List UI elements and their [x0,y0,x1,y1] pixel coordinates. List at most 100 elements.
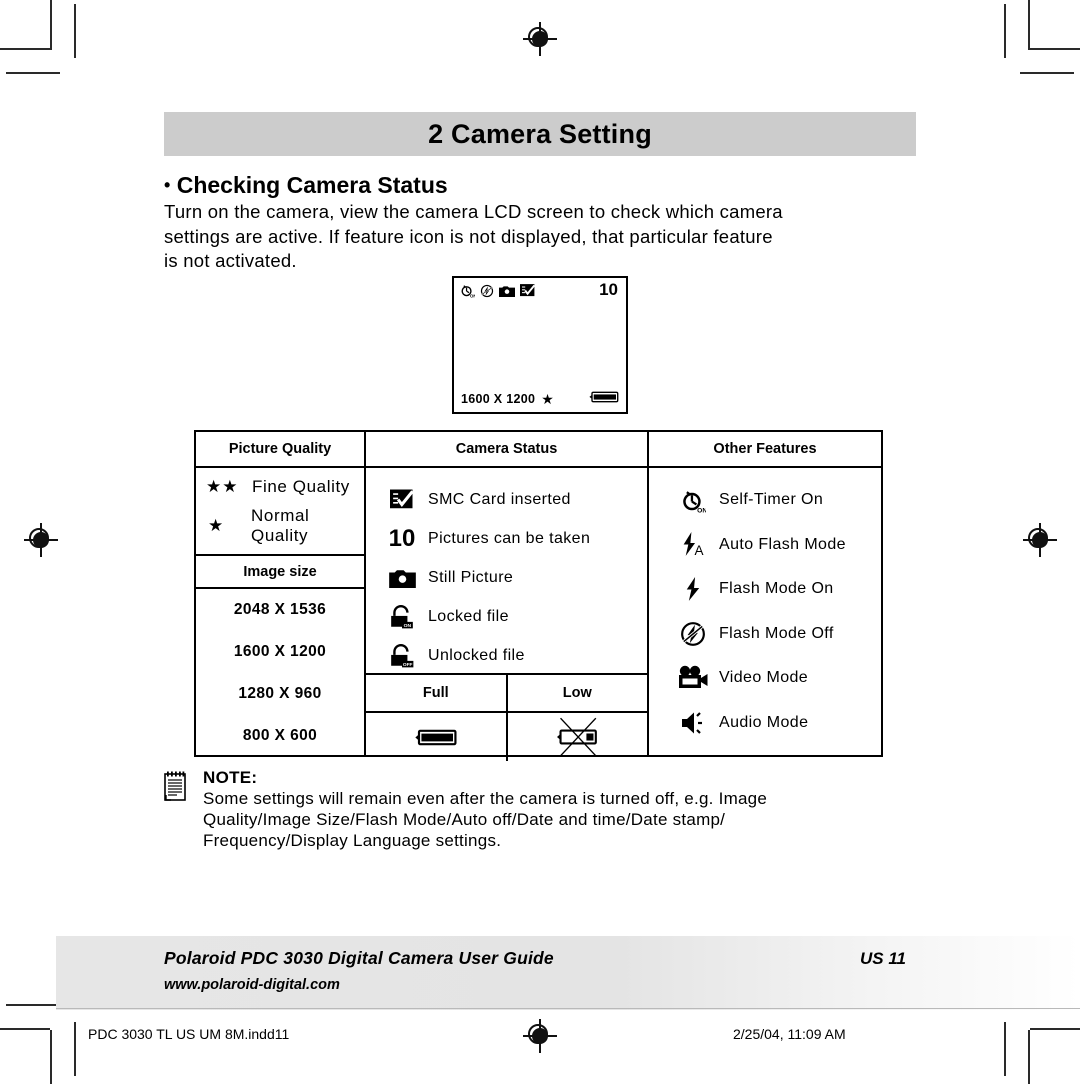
still-picture-icon [376,568,428,588]
chapter-title: 2 Camera Setting [428,118,652,149]
table-row: SMC Card inserted [366,480,647,519]
list-item: 2048 X 1536 [233,601,327,618]
notepad-icon [163,771,189,808]
self-timer-on-icon: ON [460,283,477,303]
audio-mode-label: Audio Mode [719,713,809,731]
battery-level-headers: Full Low [366,673,647,713]
picture-count-icon: 10 [376,525,428,553]
self-timer-on-icon: ON [667,488,719,513]
picture-count-label: Pictures can be taken [428,529,591,547]
lcd-quality-star: ★ [541,390,554,407]
self-timer-label: Self-Timer On [719,491,824,509]
locked-file-label: Locked file [428,607,509,625]
column-other-features: Other Features ON Self-Timer On [649,432,881,755]
unlocked-file-label: Unlocked file [428,646,525,664]
video-mode-label: Video Mode [719,669,809,687]
unlocked-file-icon: OFF [376,643,428,669]
lcd-bottom-bar: 1600 X 1200 ★ [461,390,619,408]
battery-level-icons [366,713,647,761]
battery-full-icon [589,390,619,408]
print-strip-timestamp: 2/25/04, 11:09 AM [733,1026,846,1042]
battery-full-icon [366,713,508,761]
flash-mode-off-icon [667,621,719,647]
header-camera-status: Camera Status [366,432,647,468]
note-body: NOTE: Some settings will remain even aft… [203,768,918,851]
svg-text:OFF: OFF [403,662,413,668]
video-mode-icon [667,665,719,691]
quality-rows: ★★ Fine Quality ★ Normal Quality [196,468,364,556]
note-block: NOTE: Some settings will remain even aft… [163,768,918,851]
section-heading: • Checking Camera Status [164,172,448,199]
normal-quality-stars: ★ [208,515,225,535]
camera-status-list: SMC Card inserted 10 Pictures can be tak… [366,468,647,673]
intro-line-3: is not activated. [164,250,297,271]
note-line-2: Quality/Image Size/Flash Mode/Auto off/D… [203,810,726,829]
header-battery-low: Low [562,685,592,701]
battery-low-crossed-icon [508,713,648,761]
table-row: ON Locked file [366,597,647,636]
bullet-icon: • [164,175,171,195]
svg-text:ON: ON [404,623,412,629]
note-line-1: Some settings will remain even after the… [203,789,768,808]
chapter-title-bar: 2 Camera Setting [164,112,916,156]
note-line-3: Frequency/Display Language settings. [203,831,502,850]
image-size-list: 2048 X 1536 1600 X 1200 1280 X 960 800 X… [196,589,364,757]
flash-off-label: Flash Mode Off [719,624,834,642]
table-row: Video Mode [649,656,881,701]
table-row: ★★ Fine Quality [206,477,364,497]
table-row: A Auto Flash Mode [649,523,881,568]
normal-quality-label: Normal Quality [251,505,310,545]
intro-paragraph: Turn on the camera, view the camera LCD … [164,200,918,274]
footer-divider [56,1008,1080,1009]
table-row: Flash Mode Off [649,612,881,657]
intro-line-2: settings are active. If feature icon is … [164,225,773,247]
list-item: 1280 X 960 [238,685,322,702]
svg-text:A: A [694,543,703,558]
svg-text:ON: ON [470,293,475,298]
column-camera-status: Camera Status SMC Card inserted 10 Pictu… [366,432,649,761]
note-title: NOTE: [203,768,258,787]
intro-line-1: Turn on the camera, view the camera LCD … [164,201,783,222]
table-row: Still Picture [366,558,647,597]
footer-page-number: US 11 [860,949,906,968]
lcd-status-icons: ON [460,283,620,303]
column-picture-quality: Picture Quality ★★ Fine Quality ★ Normal… [196,432,366,755]
fine-quality-label: Fine Quality [252,476,350,496]
picture-count-value: 10 [388,524,416,552]
still-picture-icon [499,284,515,302]
locked-file-icon: ON [376,604,428,630]
section-heading-label: Checking Camera Status [176,172,448,198]
table-row: ★ Normal Quality [206,506,364,546]
header-image-size: Image size [196,556,364,589]
auto-flash-mode-icon: A [667,531,719,558]
list-item: 800 X 600 [242,727,318,744]
auto-flash-label: Auto Flash Mode [719,535,846,553]
audio-mode-icon [667,710,719,736]
table-row: Flash Mode On [649,567,881,612]
manual-page: 2 Camera Setting • Checking Camera Statu… [0,0,1080,1080]
header-battery-full: Full [366,675,508,711]
table-row: OFF Unlocked file [366,636,647,675]
flash-on-label: Flash Mode On [719,580,834,598]
fine-quality-stars: ★★ [206,476,239,496]
note-text: Some settings will remain even after the… [203,788,918,851]
footer-url: www.polaroid-digital.com [164,977,340,993]
camera-status-table: Picture Quality ★★ Fine Quality ★ Normal… [194,430,883,761]
lcd-resolution-label: 1600 X 1200 [461,392,536,406]
table-row: Audio Mode [649,701,881,746]
smc-card-icon [520,284,536,302]
smc-card-label: SMC Card inserted [428,490,571,508]
lcd-screen-illustration: ON [452,276,628,414]
other-features-list: ON Self-Timer On A Auto Flash Mode [649,468,881,745]
smc-card-icon [376,489,428,510]
still-picture-label: Still Picture [428,568,514,586]
footer-title: Polaroid PDC 3030 Digital Camera User Gu… [164,948,554,968]
header-other-features: Other Features [649,432,881,468]
table-row: 10 Pictures can be taken [366,519,647,558]
flash-mode-off-icon [480,284,494,303]
svg-text:ON: ON [697,507,706,513]
lcd-picture-count: 10 [599,280,618,299]
list-item: 1600 X 1200 [233,643,327,660]
flash-mode-on-icon [667,576,719,603]
table-row: ON Self-Timer On [649,478,881,523]
